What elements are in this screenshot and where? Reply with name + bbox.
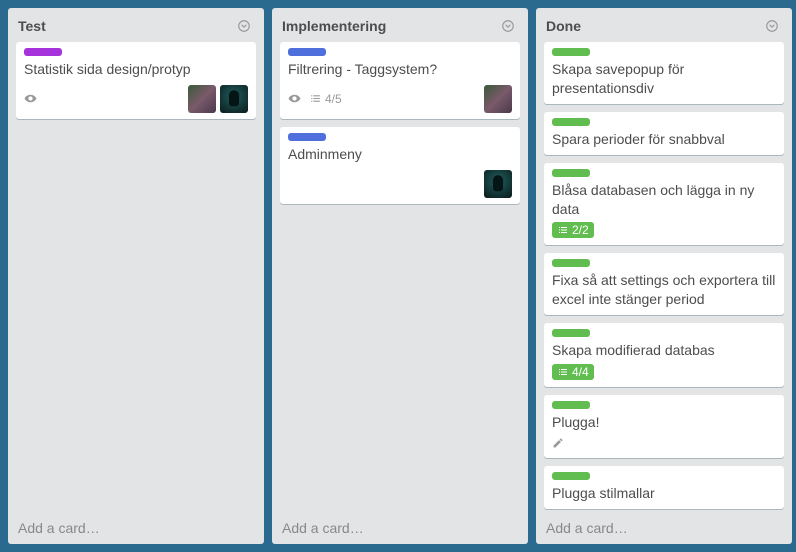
- list-title[interactable]: Test: [18, 18, 46, 34]
- card[interactable]: Fixa så att settings och exportera till …: [544, 253, 784, 315]
- watch-icon: [288, 92, 301, 105]
- watch-icon: [24, 92, 37, 105]
- card-footer: [24, 85, 248, 113]
- avatar[interactable]: [484, 85, 512, 113]
- card-title: Skapa modifierad databas: [552, 341, 776, 360]
- card-footer: [288, 170, 512, 198]
- list-menu-icon[interactable]: [234, 16, 254, 36]
- avatar[interactable]: [220, 85, 248, 113]
- card[interactable]: Skapa modifierad databas 4/4: [544, 323, 784, 387]
- list-header: Implementering: [272, 8, 528, 42]
- cards-container: Filtrering - Taggsystem? 4/5 Adminmeny: [272, 42, 528, 512]
- checklist-badge: 4/4: [552, 364, 594, 380]
- card-title: Spara perioder för snabbval: [552, 130, 776, 149]
- list-title[interactable]: Implementering: [282, 18, 386, 34]
- card-title: Plugga stilmallar: [552, 484, 776, 503]
- list-menu-icon[interactable]: [498, 16, 518, 36]
- card-members: [188, 85, 248, 113]
- card[interactable]: Adminmeny: [280, 127, 520, 204]
- card-label: [552, 401, 590, 409]
- list-header: Test: [8, 8, 264, 42]
- card-label: [552, 329, 590, 337]
- list: Implementering Filtrering - Taggsystem? 4…: [272, 8, 528, 544]
- card-title: Plugga!: [552, 413, 776, 432]
- checklist-badge: 4/5: [309, 92, 342, 106]
- cards-container: Skapa savepopup för presentationsdiv Spar…: [536, 42, 792, 512]
- card-footer: 4/5: [288, 85, 512, 113]
- card-label: [552, 472, 590, 480]
- avatar[interactable]: [188, 85, 216, 113]
- card-title: Fixa så att settings och exportera till …: [552, 271, 776, 309]
- card[interactable]: Statistik sida design/protyp: [16, 42, 256, 119]
- card-title: Adminmeny: [288, 145, 512, 164]
- card-members: [484, 170, 512, 198]
- card-title: Filtrering - Taggsystem?: [288, 60, 512, 79]
- card-title: Skapa savepopup för presentationsdiv: [552, 60, 776, 98]
- card-title: Blåsa databasen och lägga in ny data: [552, 181, 776, 219]
- list-menu-icon[interactable]: [762, 16, 782, 36]
- card-label: [288, 133, 326, 141]
- card-label: [552, 169, 590, 177]
- list-header: Done: [536, 8, 792, 42]
- card[interactable]: Filtrering - Taggsystem? 4/5: [280, 42, 520, 119]
- card[interactable]: Plugga!: [544, 395, 784, 458]
- cards-container: Statistik sida design/protyp: [8, 42, 264, 512]
- card-badges: 4/5: [288, 92, 342, 106]
- card[interactable]: Blåsa databasen och lägga in ny data 2/2: [544, 163, 784, 246]
- checklist-badge: 2/2: [552, 222, 594, 238]
- card[interactable]: Spara perioder för snabbval: [544, 112, 784, 155]
- list: Done Skapa savepopup för presentationsdi…: [536, 8, 792, 544]
- card-badges: [24, 92, 37, 105]
- add-card-button[interactable]: Add a card…: [272, 512, 528, 544]
- card-label: [552, 259, 590, 267]
- card-members: [484, 85, 512, 113]
- card-label: [552, 118, 590, 126]
- card-label: [552, 48, 590, 56]
- avatar[interactable]: [484, 170, 512, 198]
- add-card-button[interactable]: Add a card…: [536, 512, 792, 544]
- card-label: [288, 48, 326, 56]
- list: Test Statistik sida design/protyp Add a …: [8, 8, 264, 544]
- card[interactable]: Skapa savepopup för presentationsdiv: [544, 42, 784, 104]
- card-title: Statistik sida design/protyp: [24, 60, 248, 79]
- add-card-button[interactable]: Add a card…: [8, 512, 264, 544]
- list-title[interactable]: Done: [546, 18, 581, 34]
- pencil-icon: [552, 436, 776, 452]
- card[interactable]: Plugga stilmallar: [544, 466, 784, 509]
- card-label: [24, 48, 62, 56]
